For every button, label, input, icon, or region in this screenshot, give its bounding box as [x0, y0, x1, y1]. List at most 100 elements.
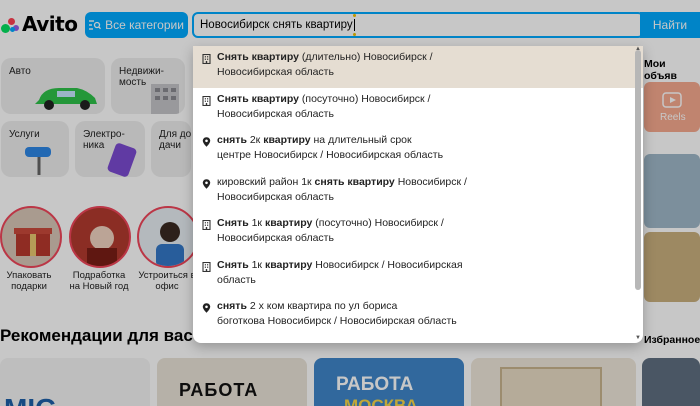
- side-card-people[interactable]: [644, 232, 700, 302]
- suggestion-text: Новосибирск /: [394, 175, 467, 188]
- suggestion-region: Новосибирская область: [217, 66, 334, 78]
- suggestion-text: 1к: [248, 258, 265, 271]
- holiday-image: [87, 226, 117, 266]
- story-office-job[interactable]: [137, 206, 199, 268]
- suggestion-item[interactable]: Снять 1к квартиру (посуточно) Новосибирс…: [193, 212, 643, 254]
- suggestion-match-text: Снять: [217, 258, 249, 271]
- search-button-label: Найти: [652, 18, 688, 32]
- gift-image: [14, 228, 52, 256]
- suggestion-match-text: Снять квартиру: [217, 92, 299, 105]
- side-card-city[interactable]: [644, 154, 700, 228]
- suggestion-line: Снять квартиру (посуточно) Новосибирск /: [217, 92, 623, 107]
- building-icon: [202, 54, 211, 64]
- story-caption: Упаковать подарки: [6, 270, 52, 292]
- phone-image: [107, 143, 137, 177]
- story-newyear-job[interactable]: [69, 206, 131, 268]
- suggestion-match-text: Снять квартиру: [217, 51, 299, 63]
- suggestion-text: Новосибирск / Новосибирская: [312, 258, 463, 271]
- suggestion-match-text: квартиру: [263, 134, 311, 146]
- suggestion-line: Снять 1к квартиру Новосибирск / Новосиби…: [217, 258, 623, 273]
- suggestion-item[interactable]: снять 2 х ком квартира по ул бориса богот…: [193, 295, 643, 337]
- scroll-down-arrow-icon[interactable]: ▼: [635, 335, 641, 341]
- category-tile-realty[interactable]: Недвижи-мость: [111, 58, 185, 114]
- search-input[interactable]: Новосибирск снять квартиру: [192, 12, 644, 38]
- listing-thumb-text: РАБОТА: [179, 380, 259, 400]
- listing-thumb-text: РАБОТА: [336, 374, 414, 395]
- suggestion-line: снять 2 х ком квартира по ул бориса: [217, 299, 623, 314]
- category-tile-auto[interactable]: Авто: [1, 58, 105, 114]
- story-caption: Устроиться в офис: [138, 270, 196, 292]
- suggestion-text: 2 х ком квартира по ул бориса: [246, 300, 398, 312]
- category-tile-label: Авто: [9, 66, 31, 77]
- search-suggestions-dropdown: Снять квартиру (длительно) Новосибирск /…: [193, 46, 643, 343]
- suggestion-line: кировский район 1к снять квартиру Новоси…: [217, 175, 623, 190]
- office-worker-image: [156, 222, 184, 266]
- suggestion-item[interactable]: Снять квартиру (длительно) Новосибирск /…: [193, 46, 643, 88]
- all-categories-label: Все категории: [105, 18, 184, 32]
- text-cursor: [352, 14, 356, 36]
- svg-text:MIG: MIG: [4, 393, 57, 406]
- car-image: [35, 88, 97, 110]
- category-tile-electronics[interactable]: Электро-ника: [75, 121, 145, 177]
- suggestion-match-text: снять: [217, 134, 247, 146]
- furniture-image: [500, 367, 602, 406]
- pin-icon: [202, 303, 211, 313]
- suggestion-text: 2к: [246, 134, 264, 146]
- categories-search-icon: [89, 20, 102, 30]
- dropdown-scrollbar[interactable]: [635, 50, 641, 290]
- avito-logo[interactable]: Avito: [0, 12, 78, 36]
- search-button[interactable]: Найти: [640, 12, 700, 38]
- listing-thumb[interactable]: [471, 358, 636, 406]
- category-tile-services[interactable]: Услуги: [1, 121, 69, 177]
- suggestions-list: Снять квартиру (длительно) Новосибирск /…: [193, 46, 643, 337]
- suggestion-text: (посуточно) Новосибирск /: [298, 92, 431, 105]
- suggestion-region: боготкова Новосибирск / Новосибирская об…: [217, 315, 457, 327]
- building-icon: [202, 261, 211, 272]
- suggestion-text: кировский район 1к: [217, 175, 315, 188]
- building-icon: [202, 220, 211, 230]
- suggestion-region: область: [217, 273, 256, 286]
- listing-image: MIG: [4, 393, 57, 406]
- story-gifts[interactable]: [0, 206, 62, 268]
- recommendations-title: Рекомендации для вас: [0, 326, 193, 345]
- reels-icon: [662, 92, 682, 108]
- all-categories-button[interactable]: Все категории: [85, 12, 188, 38]
- listing-thumb[interactable]: РАБОТА МОСКВА: [314, 358, 464, 406]
- suggestion-region: Новосибирская область: [217, 190, 334, 203]
- building-image: [151, 84, 179, 114]
- favorites-title: Избранное: [644, 334, 700, 346]
- listing-thumb[interactable]: MIG: [0, 358, 150, 406]
- suggestion-match-text: квартиру: [264, 258, 313, 271]
- suggestion-item[interactable]: Снять 1к квартиру Новосибирск / Новосиби…: [193, 254, 643, 296]
- category-tile-home[interactable]: Для дома и дачи: [151, 121, 191, 177]
- suggestion-item[interactable]: Снять квартиру (посуточно) Новосибирск /…: [193, 88, 643, 130]
- building-icon: [202, 95, 211, 106]
- category-tile-label: Услуги: [9, 129, 40, 140]
- story-caption: Подработка на Новый год: [69, 270, 129, 292]
- suggestion-line: Снять квартиру (длительно) Новосибирск /: [217, 50, 623, 65]
- suggestion-item[interactable]: снять 2к квартиру на длительный срок цент…: [193, 129, 643, 171]
- pin-icon: [202, 137, 211, 147]
- pin-icon: [202, 178, 211, 189]
- suggestion-region: центре Новосибирск / Новосибирская облас…: [217, 149, 444, 161]
- suggestion-text: (посуточно) Новосибирск /: [312, 217, 444, 229]
- reels-card[interactable]: Reels: [644, 82, 700, 132]
- logo-text: Avito: [22, 12, 78, 36]
- suggestion-region: Новосибирская область: [217, 107, 334, 120]
- paint-roller-image: [25, 147, 51, 175]
- suggestion-line: снять 2к квартиру на длительный срок: [217, 133, 623, 148]
- suggestion-text: 1к: [248, 217, 265, 229]
- logo-dots-icon: [0, 14, 20, 34]
- suggestion-text: (длительно) Новосибирск /: [298, 51, 433, 63]
- suggestion-item[interactable]: кировский район 1к снять квартиру Новоси…: [193, 171, 643, 213]
- suggestion-match-text: снять квартиру: [314, 175, 395, 188]
- reels-label: Reels: [660, 112, 686, 123]
- suggestion-match-text: квартиру: [264, 217, 313, 229]
- header: Avito Все категории Новосибирск снять кв…: [0, 0, 700, 48]
- listing-thumb[interactable]: РАБОТА: [157, 358, 307, 406]
- suggestion-match-text: Снять: [217, 217, 249, 229]
- suggestion-match-text: снять: [217, 300, 247, 312]
- listing-thumb[interactable]: [642, 358, 700, 406]
- suggestion-text: на длительный срок: [310, 134, 412, 146]
- suggestion-line: Снять 1к квартиру (посуточно) Новосибирс…: [217, 216, 623, 231]
